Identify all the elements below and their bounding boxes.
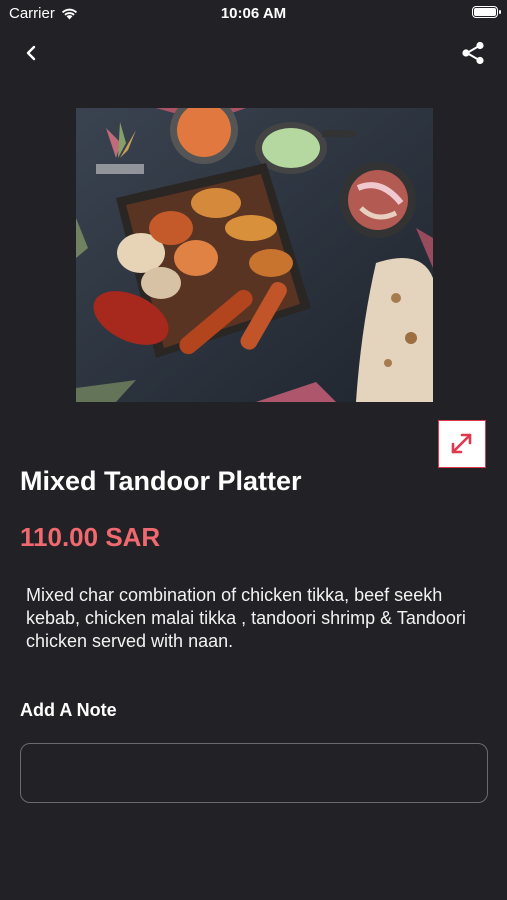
share-icon: [462, 41, 484, 65]
item-detail: Mixed Tandoor Platter 110.00 SAR Mixed c…: [0, 78, 507, 900]
status-time: 10:06 AM: [220, 5, 287, 22]
item-image: [76, 108, 433, 402]
status-bar: Carrier 10:06 AM: [0, 0, 507, 28]
back-button[interactable]: [20, 41, 44, 65]
note-label: Add A Note: [20, 700, 117, 720]
item-title: Mixed Tandoor Platter: [20, 466, 302, 496]
nav-bar: [0, 28, 507, 78]
expand-icon: [451, 433, 472, 454]
chevron-left-icon: [26, 45, 36, 61]
battery-icon: [472, 6, 501, 18]
note-input[interactable]: [20, 743, 488, 803]
item-description: Mixed char combination of chicken tikka,…: [26, 585, 466, 651]
share-button[interactable]: [459, 39, 487, 67]
expand-image-button[interactable]: [438, 420, 486, 468]
item-price: 110.00 SAR: [20, 522, 161, 552]
